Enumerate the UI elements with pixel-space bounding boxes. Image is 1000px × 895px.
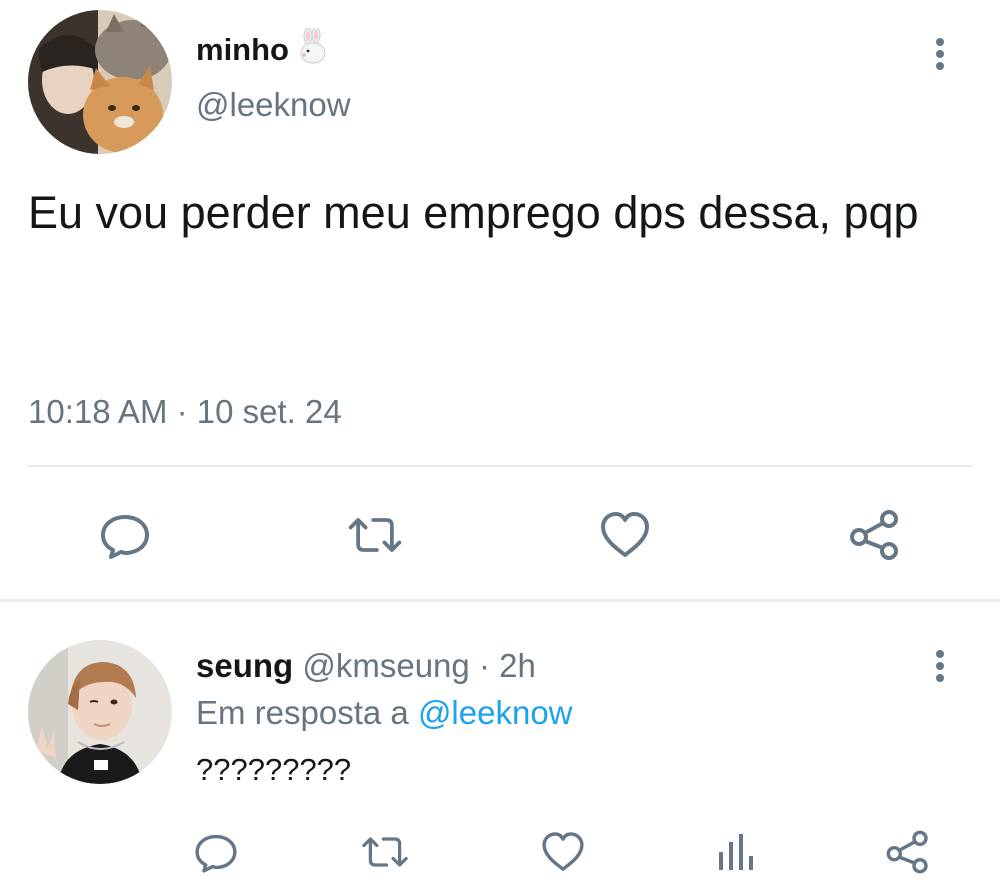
- reply-separator: ·: [478, 647, 490, 684]
- tweet-text: Eu vou perder meu emprego dps dessa, pqp: [28, 187, 919, 238]
- in-reply-to: Em resposta a @leeknow: [196, 694, 573, 732]
- author-display-name[interactable]: minho: [196, 26, 329, 72]
- reply-tweet[interactable]: seung @kmseung · 2h Em resposta a @leekn…: [0, 602, 1000, 895]
- reply-author-handle[interactable]: @kmseung: [302, 647, 469, 684]
- heart-icon: [601, 512, 649, 557]
- avatar[interactable]: [28, 10, 172, 154]
- reply-retweet-button[interactable]: [357, 824, 413, 880]
- analytics-icon: [719, 834, 753, 870]
- reply-more-options-button[interactable]: [925, 650, 955, 690]
- tweet-timestamp[interactable]: 10:18 AM · 10 set. 24: [28, 393, 342, 431]
- retweet-icon: [362, 837, 408, 867]
- reply-button[interactable]: [95, 505, 155, 565]
- share-button[interactable]: [845, 505, 905, 565]
- retweet-button[interactable]: [345, 505, 405, 565]
- avatar[interactable]: [28, 640, 172, 784]
- main-tweet: minho @leeknow Eu vou perder meu emprego…: [0, 0, 1000, 602]
- more-vertical-icon: [925, 650, 955, 682]
- reply-icon: [101, 515, 149, 559]
- reply-like-button[interactable]: [535, 824, 591, 880]
- reply-reply-button[interactable]: [188, 824, 244, 880]
- reply-analytics-button[interactable]: [707, 824, 763, 880]
- in-reply-to-prefix: Em resposta a: [196, 694, 409, 731]
- reply-share-button[interactable]: [880, 824, 936, 880]
- reply-text: ?????????: [196, 752, 352, 787]
- more-options-button[interactable]: [925, 38, 955, 78]
- rabbit-icon: [297, 26, 329, 72]
- heart-icon: [542, 832, 584, 871]
- like-button[interactable]: [595, 505, 655, 565]
- author-name-text: minho: [196, 32, 289, 67]
- in-reply-to-mention[interactable]: @leeknow: [418, 694, 573, 731]
- tweet-actions: [0, 505, 1000, 565]
- more-vertical-icon: [925, 38, 955, 70]
- reply-icon: [195, 834, 237, 873]
- retweet-icon: [348, 518, 402, 552]
- share-icon: [850, 510, 898, 560]
- share-icon: [886, 830, 928, 874]
- reply-header: seung @kmseung · 2h: [196, 647, 536, 685]
- reply-age[interactable]: 2h: [499, 647, 536, 684]
- divider: [28, 465, 972, 467]
- author-handle[interactable]: @leeknow: [196, 86, 351, 124]
- reply-actions: [0, 824, 1000, 880]
- reply-author-name[interactable]: seung: [196, 647, 293, 684]
